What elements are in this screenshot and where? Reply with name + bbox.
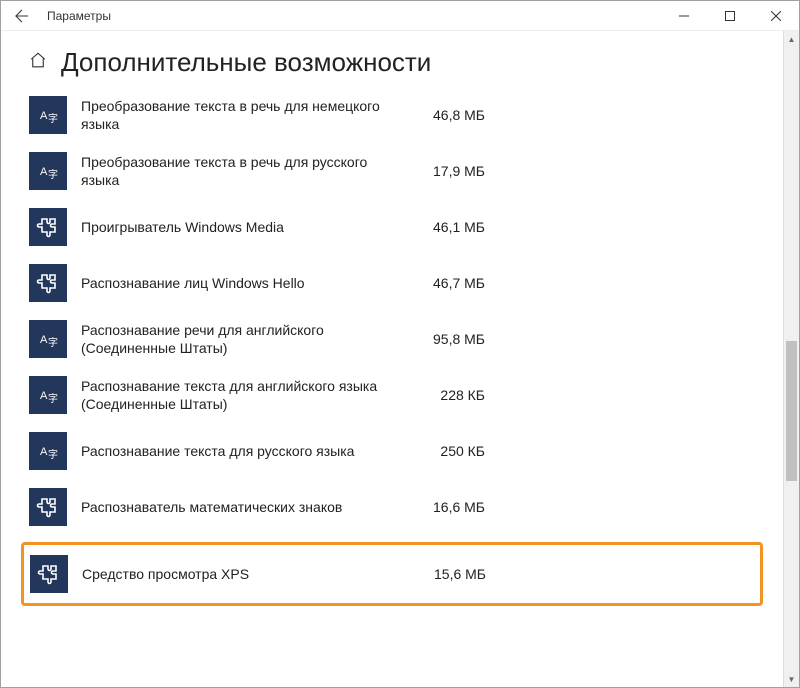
feature-name: Распознавание речи для английского (Соед… — [81, 321, 401, 357]
language-icon — [29, 320, 67, 358]
feature-size: 46,1 МБ — [415, 219, 485, 235]
settings-window: Параметры Дополнительные возможности Пре… — [0, 0, 800, 688]
feature-size: 250 КБ — [415, 443, 485, 459]
titlebar: Параметры — [1, 1, 799, 31]
vertical-scrollbar[interactable]: ▲ ▼ — [783, 31, 799, 687]
feature-size: 46,7 МБ — [415, 275, 485, 291]
maximize-button[interactable] — [707, 1, 753, 31]
feature-name: Распознавание лиц Windows Hello — [81, 274, 401, 292]
feature-item[interactable]: Распознавание речи для английского (Соед… — [29, 318, 755, 360]
feature-item[interactable]: Преобразование текста в речь для немецко… — [29, 94, 755, 136]
puzzle-icon — [29, 488, 67, 526]
feature-item[interactable]: Преобразование текста в речь для русског… — [29, 150, 755, 192]
scrollbar-thumb[interactable] — [786, 341, 797, 481]
back-button[interactable] — [1, 1, 43, 31]
scrollbar-up-arrow[interactable]: ▲ — [784, 31, 799, 47]
close-button[interactable] — [753, 1, 799, 31]
feature-size: 95,8 МБ — [415, 331, 485, 347]
feature-name: Проигрыватель Windows Media — [81, 218, 401, 236]
content-area: Дополнительные возможности Преобразовани… — [1, 31, 783, 687]
page-title: Дополнительные возможности — [61, 47, 431, 78]
window-controls — [661, 1, 799, 31]
scrollbar-down-arrow[interactable]: ▼ — [784, 671, 799, 687]
feature-item[interactable]: Распознавание лиц Windows Hello 46,7 МБ — [29, 262, 755, 304]
language-icon — [29, 96, 67, 134]
language-icon — [29, 152, 67, 190]
feature-item[interactable]: Распознавание текста для русского языка 2… — [29, 430, 755, 472]
feature-name: Преобразование текста в речь для русског… — [81, 153, 401, 189]
feature-name: Средство просмотра XPS — [82, 565, 402, 583]
feature-size: 15,6 МБ — [416, 566, 486, 582]
feature-size: 46,8 МБ — [415, 107, 485, 123]
minimize-icon — [679, 11, 689, 21]
feature-name: Преобразование текста в речь для немецко… — [81, 97, 401, 133]
feature-size: 17,9 МБ — [415, 163, 485, 179]
puzzle-icon — [30, 555, 68, 593]
feature-item[interactable]: Проигрыватель Windows Media 46,1 МБ — [29, 206, 755, 248]
page-header: Дополнительные возможности — [29, 47, 755, 78]
feature-name: Распознавание текста для английского язы… — [81, 377, 401, 413]
feature-item[interactable]: Средство просмотра XPS 15,6 МБ — [21, 542, 763, 606]
puzzle-icon — [29, 264, 67, 302]
features-list: Преобразование текста в речь для немецко… — [29, 94, 755, 606]
feature-name: Распознаватель математических знаков — [81, 498, 401, 516]
language-icon — [29, 376, 67, 414]
minimize-button[interactable] — [661, 1, 707, 31]
language-icon — [29, 432, 67, 470]
close-icon — [771, 11, 781, 21]
feature-name: Распознавание текста для русского языка — [81, 442, 401, 460]
home-icon[interactable] — [29, 51, 47, 74]
feature-size: 16,6 МБ — [415, 499, 485, 515]
arrow-left-icon — [15, 9, 29, 23]
maximize-icon — [725, 11, 735, 21]
puzzle-icon — [29, 208, 67, 246]
feature-item[interactable]: Распознаватель математических знаков 16,6… — [29, 486, 755, 528]
window-title: Параметры — [43, 9, 111, 23]
feature-size: 228 КБ — [415, 387, 485, 403]
feature-item[interactable]: Распознавание текста для английского язы… — [29, 374, 755, 416]
